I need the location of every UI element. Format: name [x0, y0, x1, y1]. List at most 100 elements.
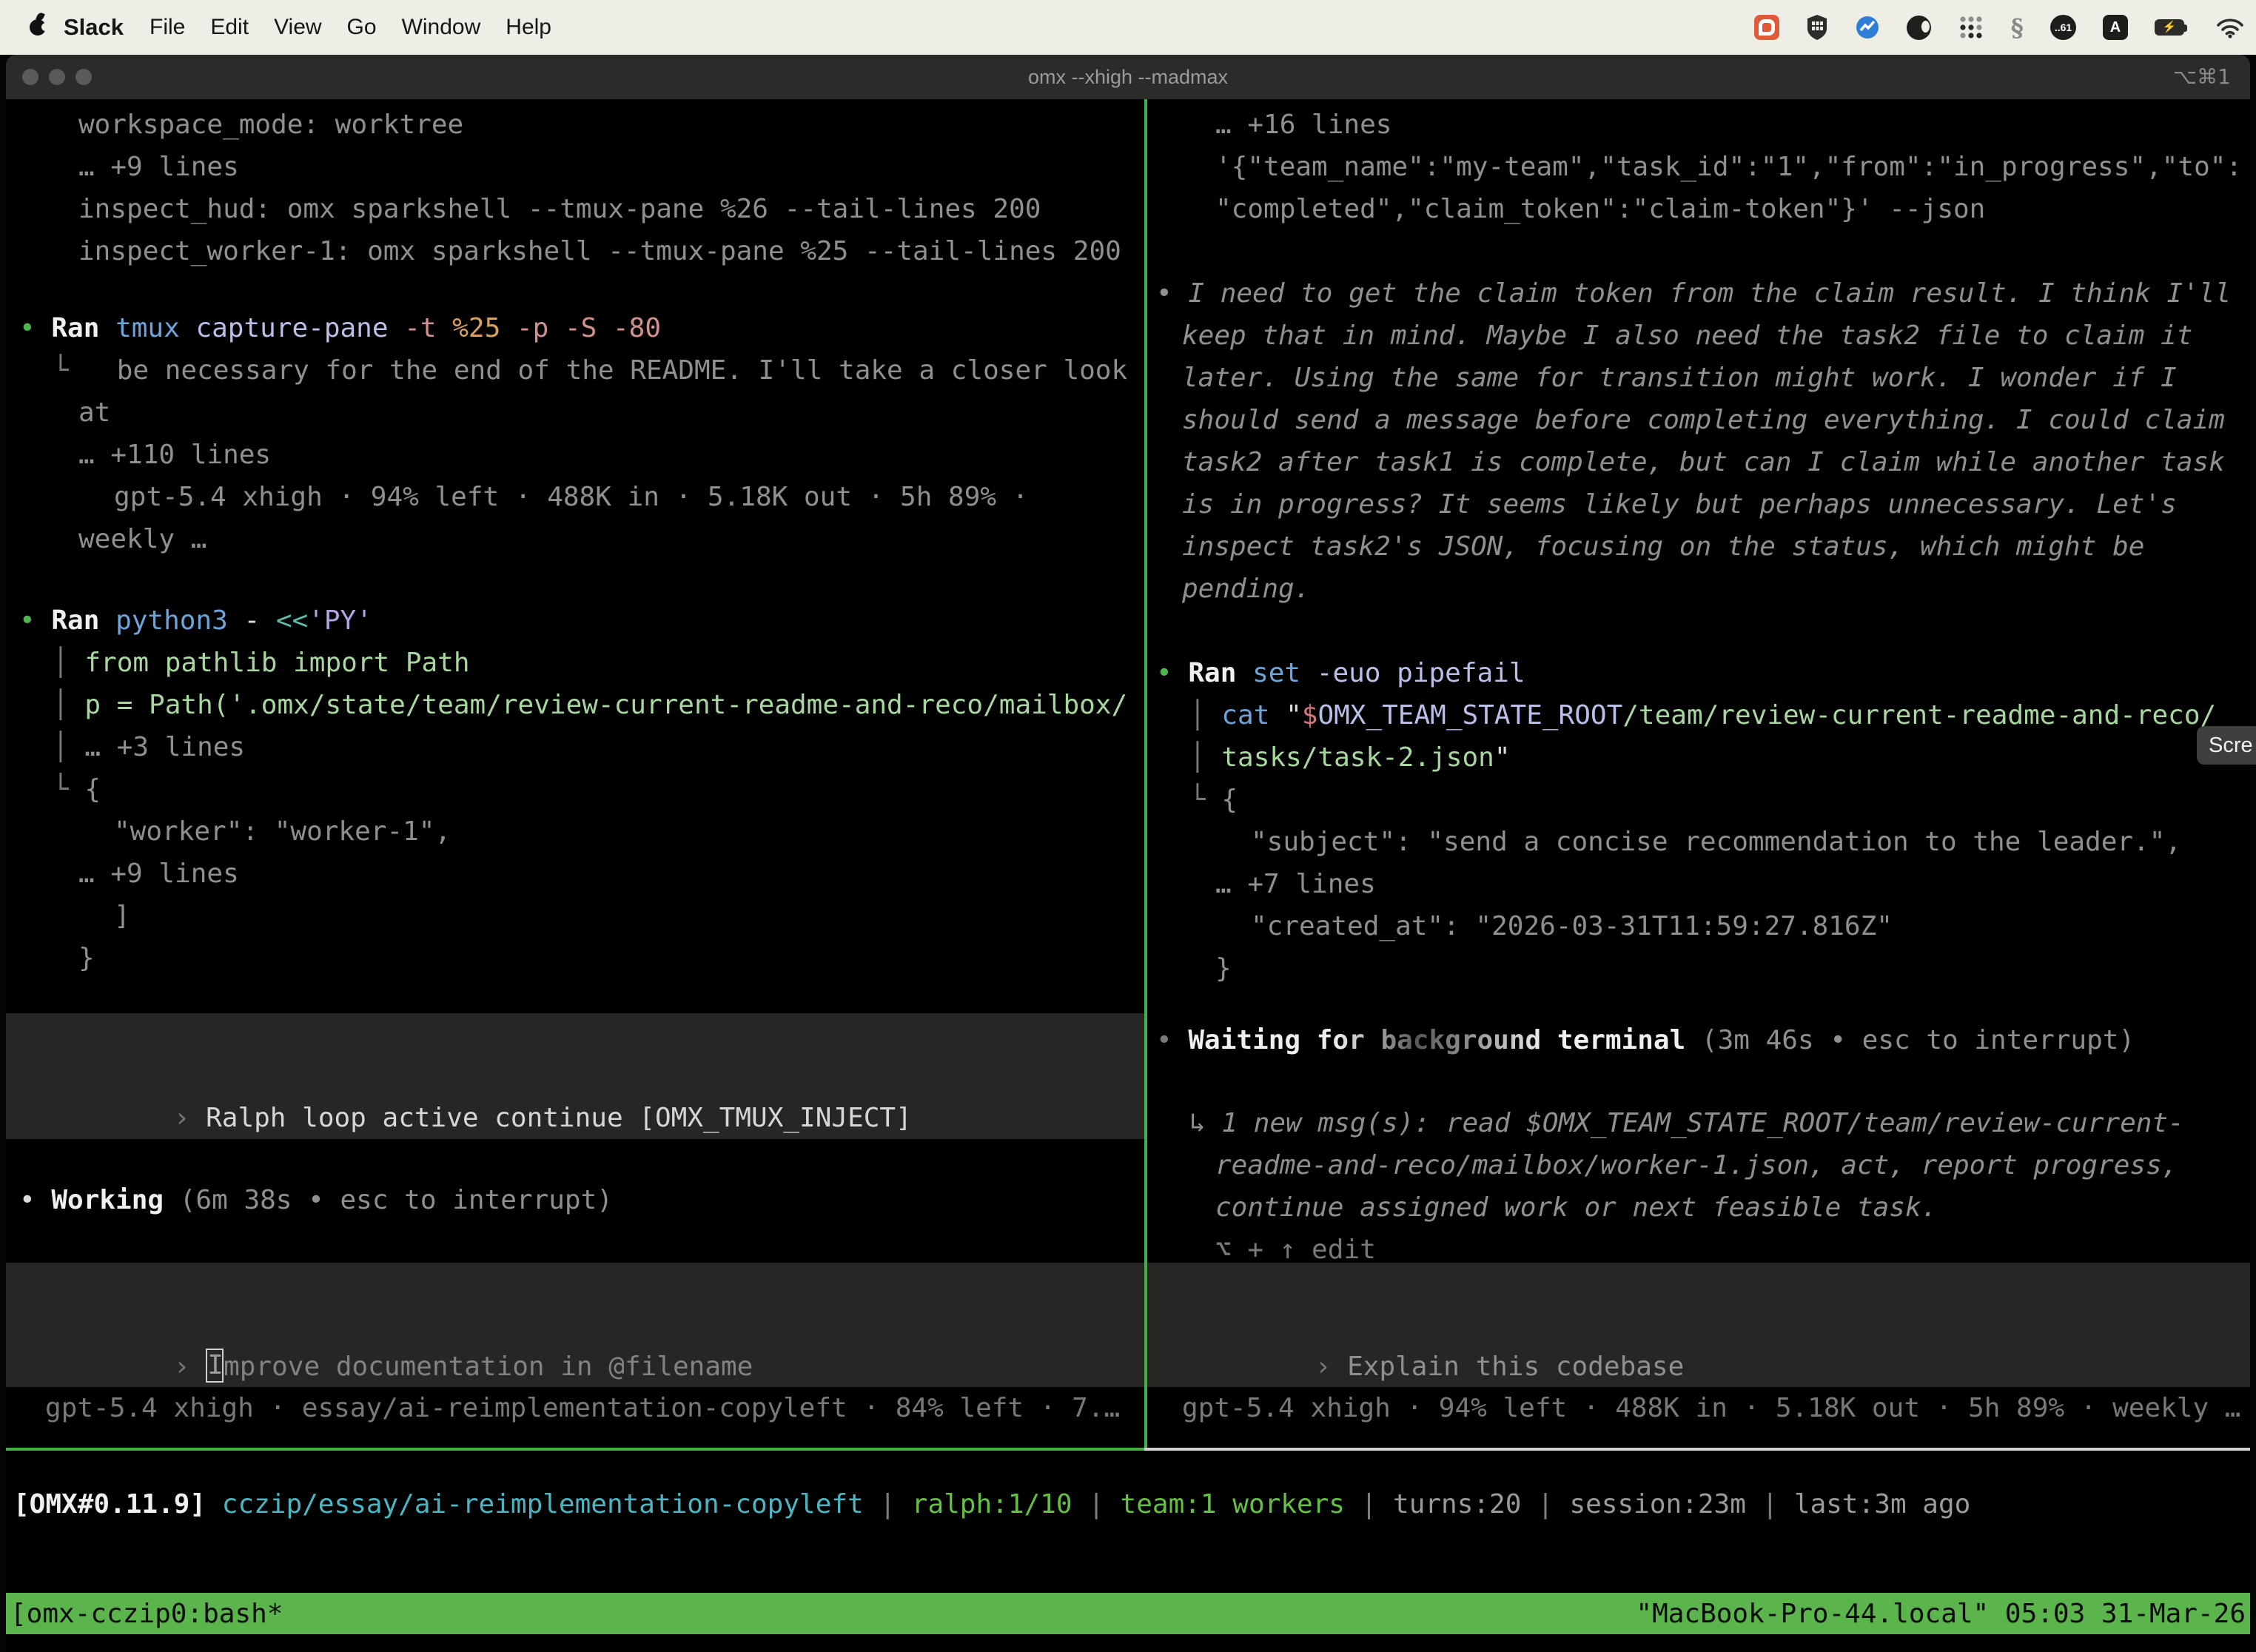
- terminal-line: • I need to get the claim token from the…: [1149, 272, 2250, 315]
- terminal-line: [OMX#0.11.9] cczip/essay/ai-reimplementa…: [6, 1483, 2250, 1525]
- left-ran-tmux-block: • Ran tmux capture-pane -t %25 -p -S -80…: [12, 307, 1144, 560]
- terminal-line: … +16 lines: [1149, 104, 2250, 146]
- window-titlebar[interactable]: omx --xhigh --madmax ⌥⌘1: [6, 55, 2250, 99]
- battery-charging-icon[interactable]: ⚡: [2155, 19, 2189, 36]
- tmux-host-clock: "MacBook-Pro-44.local" 05:03 31-Mar-26: [1636, 1599, 2246, 1629]
- terminal-line: }: [12, 937, 1144, 979]
- terminal-line: … +7 lines: [1149, 863, 2250, 905]
- right-mailbox-message: ↳ 1 new msg(s): read $OMX_TEAM_STATE_ROO…: [1149, 1102, 2250, 1271]
- menu-item-window[interactable]: Window: [389, 15, 494, 40]
- terminal-line: │ tasks/task-2.json": [1149, 736, 2250, 779]
- tmux-session-label: [omx-cczip0:bash*: [10, 1599, 283, 1629]
- terminal-line: │ … +3 lines: [12, 726, 1144, 768]
- terminal-line: gpt-5.4 xhigh · 94% left · 488K in · 5.1…: [12, 476, 1144, 518]
- terminal-line: • Ran python3 - <<'PY': [12, 600, 1144, 642]
- menu-item-view[interactable]: View: [261, 15, 334, 40]
- ralph-loop-banner: › Ralph loop active continue [OMX_TMUX_I…: [6, 1013, 1144, 1139]
- privacy-shield-icon[interactable]: [1806, 14, 1828, 41]
- window-shortcut-hint: ⌥⌘1: [2173, 55, 2231, 99]
- chevron-icon: ›: [174, 1103, 206, 1133]
- text-cursor[interactable]: I: [206, 1349, 224, 1383]
- prompt-placeholder: mprove documentation in @filename: [224, 1352, 753, 1382]
- terminal-line: "created_at": "2026-03-31T11:59:27.816Z": [1149, 905, 2250, 947]
- menu-item-go[interactable]: Go: [335, 15, 389, 40]
- terminal-line: • Ran set -euo pipefail: [1149, 652, 2250, 694]
- battery-nub: [2184, 24, 2187, 32]
- terminal-window: omx --xhigh --madmax ⌥⌘1 workspace_mode:…: [6, 55, 2250, 1652]
- terminal-line: └ {: [12, 768, 1144, 810]
- terminal-line: }: [1149, 947, 2250, 990]
- terminal-line: … +110 lines: [12, 434, 1144, 476]
- pane-divider[interactable]: [1144, 99, 1147, 1448]
- terminal-line: workspace_mode: worktree: [12, 104, 1144, 146]
- terminal-line: keep that in mind. Maybe I also need the…: [1149, 315, 2250, 357]
- terminal-line: inspect_hud: omx sparkshell --tmux-pane …: [12, 188, 1144, 230]
- left-output-intro: workspace_mode: worktree… +9 linesinspec…: [12, 104, 1144, 272]
- right-ran-cat-block: • Ran set -euo pipefail│ cat "$OMX_TEAM_…: [1149, 652, 2250, 990]
- flutter-badge-icon[interactable]: [1855, 15, 1880, 40]
- terminal-line: readme-and-reco/mailbox/worker-1.json, a…: [1149, 1144, 2250, 1186]
- right-thinking-block: • I need to get the claim token from the…: [1149, 272, 2250, 610]
- left-working-status: • Working (6m 38s • esc to interrupt): [12, 1179, 1144, 1221]
- prompt-chevron-icon: ›: [1315, 1352, 1347, 1382]
- battery-bolt-icon: ⚡: [2155, 19, 2184, 36]
- terminal-line: weekly …: [12, 518, 1144, 560]
- terminal-line: continue assigned work or next feasible …: [1149, 1186, 2250, 1229]
- menu-app-name[interactable]: Slack: [50, 14, 137, 41]
- menu-item-edit[interactable]: Edit: [198, 15, 261, 40]
- dots-grid-icon[interactable]: [1958, 14, 1984, 41]
- app-badge-quip-icon[interactable]: [1754, 15, 1779, 40]
- menu-item-help[interactable]: Help: [493, 15, 564, 40]
- screen: Slack File Edit View Go Window Help § ..…: [0, 0, 2256, 1652]
- right-prompt-input[interactable]: › Explain this codebase: [1147, 1263, 2250, 1387]
- ralph-loop-text: Ralph loop active continue [OMX_TMUX_INJ…: [206, 1103, 912, 1133]
- tmux-pane-right[interactable]: … +16 lines'{"team_name":"my-team","task…: [1147, 99, 2250, 1448]
- count-badge-icon[interactable]: ..61: [2050, 15, 2076, 40]
- terminal-line: '{"team_name":"my-team","task_id":"1","f…: [1149, 146, 2250, 188]
- left-model-status: gpt-5.4 xhigh · essay/ai-reimplementatio…: [12, 1387, 1144, 1429]
- terminal-line: … +9 lines: [12, 146, 1144, 188]
- terminal-line: "worker": "worker-1",: [12, 810, 1144, 853]
- left-prompt-input[interactable]: › Improve documentation in @filename: [6, 1263, 1144, 1387]
- terminal-line: "subject": "send a concise recommendatio…: [1149, 821, 2250, 863]
- tmux-pane-left[interactable]: workspace_mode: worktree… +9 linesinspec…: [6, 99, 1144, 1448]
- tmux-status-bar: [omx-cczip0:bash* "MacBook-Pro-44.local"…: [6, 1593, 2250, 1634]
- apple-menu-icon[interactable]: [30, 19, 46, 36]
- screen-tooltip: Scre: [2197, 726, 2256, 765]
- terminal-line: later. Using the same for transition mig…: [1149, 357, 2250, 399]
- terminal-line: • Working (6m 38s • esc to interrupt): [12, 1179, 1144, 1221]
- terminal-line: • Ran tmux capture-pane -t %25 -p -S -80: [12, 307, 1144, 349]
- menu-item-file[interactable]: File: [137, 15, 198, 40]
- terminal-line: ]: [12, 895, 1144, 937]
- terminal-line: • Waiting for background terminal (3m 46…: [1149, 1019, 2250, 1061]
- terminal-line: │ p = Path('.omx/state/team/review-curre…: [12, 684, 1144, 726]
- left-pane-border: [6, 1448, 1144, 1451]
- prompt-chevron-icon: ›: [174, 1352, 206, 1382]
- keyboard-input-icon[interactable]: A: [2103, 15, 2128, 40]
- section-squiggle-icon[interactable]: §: [2011, 13, 2024, 42]
- terminal-line: should send a message before completing …: [1149, 399, 2250, 441]
- terminal-line: inspect_worker-1: omx sparkshell --tmux-…: [12, 230, 1144, 272]
- menu-bar: Slack File Edit View Go Window Help § ..…: [0, 0, 2256, 55]
- terminal-line: "completed","claim_token":"claim-token"}…: [1149, 188, 2250, 230]
- terminal-line: pending.: [1149, 568, 2250, 610]
- terminal-line: └ {: [1149, 779, 2250, 821]
- menu-status-icons: § ..61 A ⚡: [1754, 0, 2244, 55]
- terminal-line: ↳ 1 new msg(s): read $OMX_TEAM_STATE_ROO…: [1149, 1102, 2250, 1144]
- terminal-line: … +9 lines: [12, 853, 1144, 895]
- terminal-line: is in progress? It seems likely but perh…: [1149, 483, 2250, 526]
- right-output-intro: … +16 lines'{"team_name":"my-team","task…: [1149, 104, 2250, 230]
- terminal-line: │ cat "$OMX_TEAM_STATE_ROOT/team/review-…: [1149, 694, 2250, 736]
- terminal-line: task2 after task1 is complete, but can I…: [1149, 441, 2250, 483]
- terminal-line: └ be necessary for the end of the README…: [12, 349, 1144, 392]
- right-model-status: gpt-5.4 xhigh · 94% left · 488K in · 5.1…: [1149, 1387, 2250, 1429]
- terminal-line: │ from pathlib import Path: [12, 642, 1144, 684]
- wifi-icon[interactable]: [2216, 16, 2244, 38]
- right-waiting-status: • Waiting for background terminal (3m 46…: [1149, 1019, 2250, 1061]
- left-ran-python-block: • Ran python3 - <<'PY'│ from pathlib imp…: [12, 600, 1144, 979]
- prompt-placeholder: Explain this codebase: [1347, 1352, 1684, 1382]
- terminal-line: inspect task2's JSON, focusing on the st…: [1149, 526, 2250, 568]
- contrast-circle-icon[interactable]: [1907, 16, 1931, 40]
- terminal-line: at: [12, 392, 1144, 434]
- right-pane-border: [1144, 1448, 2250, 1451]
